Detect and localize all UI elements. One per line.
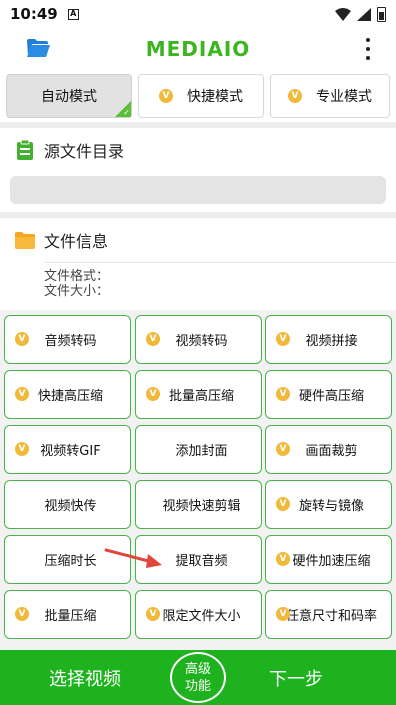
source-directory-header: 源文件目录	[0, 128, 396, 172]
select-video-button[interactable]: 选择视频	[0, 650, 170, 705]
video-to-gif-button[interactable]: V 视频转GIF	[4, 425, 131, 474]
limit-file-size-button[interactable]: V 限定文件大小	[135, 590, 262, 639]
vip-badge-icon: V	[276, 332, 290, 346]
folder-open-icon[interactable]	[26, 38, 50, 58]
batch-high-compress-button[interactable]: V 批量高压缩	[135, 370, 262, 419]
button-label: 视频转码	[175, 334, 228, 349]
quick-high-compress-button[interactable]: V 快捷高压缩	[4, 370, 131, 419]
rotate-mirror-button[interactable]: V 旋转与镜像	[265, 480, 392, 529]
file-info-section: 文件信息 文件格式： 文件大小：	[0, 218, 396, 310]
vip-badge-icon: V	[15, 442, 29, 456]
tab-label: 自动模式	[41, 89, 97, 105]
button-label: 视频快速剪辑	[162, 499, 241, 514]
vip-badge-icon: V	[276, 552, 290, 566]
button-label: 视频转GIF	[40, 444, 101, 459]
video-transcode-button[interactable]: V 视频转码	[135, 315, 262, 364]
vip-badge-icon: V	[276, 442, 290, 456]
status-icons	[335, 6, 386, 22]
clipboard-icon	[17, 139, 33, 160]
video-quick-transfer-button[interactable]: 视频快传	[4, 480, 131, 529]
vip-badge-icon: V	[146, 332, 160, 346]
button-label: 画面裁剪	[305, 444, 358, 459]
status-time: 10:49	[10, 5, 58, 23]
vip-badge-icon: V	[276, 497, 290, 511]
crop-frame-button[interactable]: V 画面裁剪	[265, 425, 392, 474]
button-label: 快捷高压缩	[37, 389, 103, 404]
video-quick-edit-button[interactable]: 视频快速剪辑	[135, 480, 262, 529]
function-grid: V 音频转码 V 视频转码 V 视频拼接 V 快捷高压缩 V 批量高压缩 V 硬件高压缩 V…	[0, 310, 396, 650]
mode-tabs: 自动模式 ✓ V 快捷模式 V 专业模式	[0, 70, 396, 122]
advanced-label-line1: 高级	[184, 661, 211, 677]
file-format-label: 文件格式：	[44, 269, 110, 284]
status-bar: 10:49 A	[0, 0, 396, 28]
battery-icon	[377, 6, 386, 22]
button-label: 旋转与镜像	[298, 499, 364, 514]
tab-quick-mode[interactable]: V 快捷模式	[138, 74, 264, 118]
vip-badge-icon: V	[276, 607, 290, 621]
vip-badge-icon: V	[159, 89, 173, 103]
button-label: 添加封面	[175, 444, 228, 459]
signal-icon	[357, 7, 371, 21]
check-icon: ✓	[123, 108, 130, 117]
tab-auto-mode[interactable]: 自动模式 ✓	[6, 74, 132, 118]
app-title: MEDIAIO	[145, 37, 251, 61]
extract-audio-button[interactable]: 提取音频	[135, 535, 262, 584]
button-label: 限定文件大小	[162, 609, 241, 624]
sim-icon: A	[67, 8, 79, 20]
vip-badge-icon: V	[15, 387, 29, 401]
source-path-field[interactable]	[10, 176, 386, 204]
file-info-header: 文件信息	[0, 218, 396, 262]
tab-pro-mode[interactable]: V 专业模式	[270, 74, 390, 118]
video-concat-button[interactable]: V 视频拼接	[265, 315, 392, 364]
compress-duration-button[interactable]: 压缩时长	[4, 535, 131, 584]
button-label: 硬件加速压缩	[292, 554, 371, 569]
vip-badge-icon: V	[288, 89, 302, 103]
wifi-icon	[335, 7, 351, 21]
tab-label: 快捷模式	[187, 89, 243, 105]
add-cover-button[interactable]: 添加封面	[135, 425, 262, 474]
bottom-bar: 选择视频 高级 功能 下一步	[0, 650, 396, 705]
advanced-label-line2: 功能	[184, 678, 211, 694]
button-label: 音频转码	[44, 334, 97, 349]
hardware-high-compress-button[interactable]: V 硬件高压缩	[265, 370, 392, 419]
overflow-menu-icon[interactable]	[364, 38, 372, 60]
vip-badge-icon: V	[146, 607, 160, 621]
source-directory-title: 源文件目录	[44, 142, 125, 161]
hardware-accel-compress-button[interactable]: V 硬件加速压缩	[265, 535, 392, 584]
button-label: 视频快传	[44, 499, 97, 514]
source-directory-section: 源文件目录	[0, 128, 396, 212]
button-label: 压缩时长	[44, 554, 97, 569]
next-step-button[interactable]: 下一步	[226, 650, 366, 705]
app-bar: MEDIAIO	[0, 28, 396, 70]
any-size-bitrate-button[interactable]: V 任意尺寸和码率	[265, 590, 392, 639]
advanced-features-button[interactable]: 高级 功能	[170, 652, 226, 703]
folder-icon	[15, 232, 35, 249]
button-label: 批量高压缩	[168, 389, 234, 404]
audio-transcode-button[interactable]: V 音频转码	[4, 315, 131, 364]
vip-badge-icon: V	[146, 387, 160, 401]
button-label: 批量压缩	[44, 609, 97, 624]
button-label: 任意尺寸和码率	[285, 609, 377, 624]
button-label: 视频拼接	[305, 334, 358, 349]
vip-badge-icon: V	[276, 387, 290, 401]
batch-compress-button[interactable]: V 批量压缩	[4, 590, 131, 639]
vip-badge-icon: V	[15, 607, 29, 621]
file-size-label: 文件大小：	[44, 284, 110, 299]
vip-badge-icon: V	[15, 332, 29, 346]
button-label: 硬件高压缩	[298, 389, 364, 404]
tab-label: 专业模式	[316, 89, 372, 105]
button-label: 提取音频	[175, 554, 228, 569]
file-info-title: 文件信息	[44, 232, 109, 251]
